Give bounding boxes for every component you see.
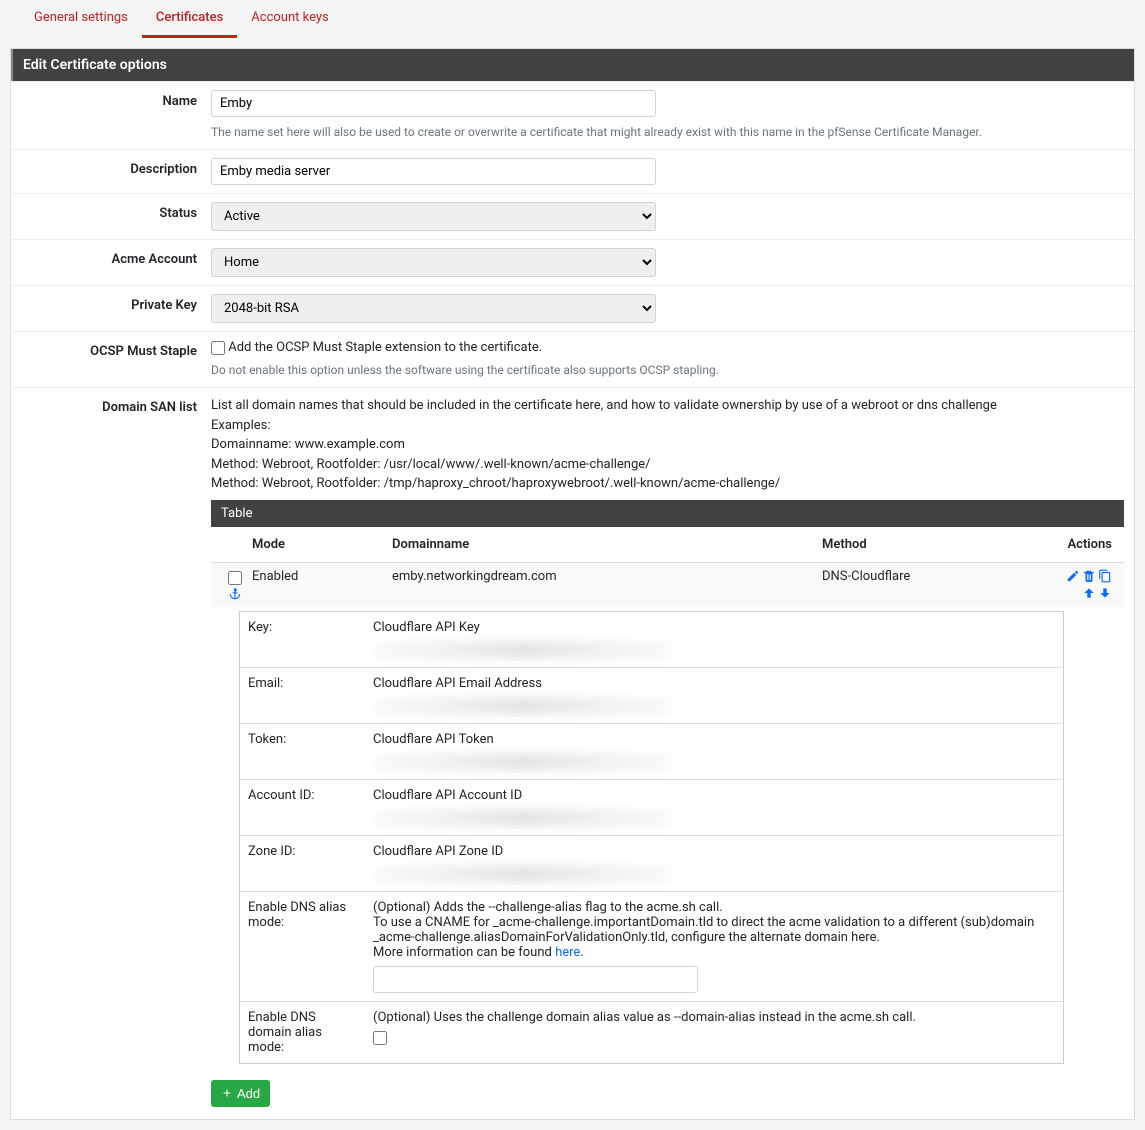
sub-alias-l3a: More information can be found — [373, 945, 555, 960]
status-select[interactable]: Active — [211, 202, 656, 231]
san-intro-2: Examples: — [211, 416, 1124, 436]
tab-certificates[interactable]: Certificates — [142, 0, 237, 38]
label-status: Status — [21, 202, 211, 231]
table-row: Enabled emby.networkingdream.com DNS-Clo… — [211, 563, 1124, 607]
sub-acct-label: Account ID: — [240, 780, 365, 835]
ocsp-checkbox[interactable] — [211, 341, 225, 355]
label-san-list: Domain SAN list — [21, 396, 211, 1064]
tab-general[interactable]: General settings — [20, 0, 142, 38]
sub-email-desc: Cloudflare API Email Address — [373, 676, 1055, 691]
ocsp-help: Do not enable this option unless the sof… — [211, 361, 1124, 379]
move-down-icon[interactable] — [1098, 586, 1112, 600]
sub-acct-desc: Cloudflare API Account ID — [373, 788, 1055, 803]
label-private-key: Private Key — [21, 294, 211, 323]
sub-zone-label: Zone ID: — [240, 836, 365, 891]
col-method: Method — [822, 537, 1048, 552]
anchor-icon[interactable] — [228, 587, 242, 601]
dns-domain-alias-checkbox[interactable] — [373, 1031, 387, 1045]
sub-email-label: Email: — [240, 668, 365, 723]
col-domain: Domainname — [392, 537, 822, 552]
col-mode: Mode — [252, 537, 392, 552]
copy-icon[interactable] — [1098, 569, 1112, 583]
add-button[interactable]: Add — [211, 1080, 270, 1107]
sub-acct-value-redacted: redacted — [373, 809, 673, 827]
private-key-select[interactable]: 2048-bit RSA — [211, 294, 656, 323]
sub-key-value-redacted: redacted — [373, 641, 673, 659]
sub-key-label: Key: — [240, 612, 365, 667]
description-input[interactable] — [211, 158, 656, 185]
sub-zone-value-redacted: redacted — [373, 865, 673, 883]
dns-alias-input[interactable] — [373, 966, 698, 993]
ocsp-checkbox-label: Add the OCSP Must Staple extension to th… — [228, 340, 542, 355]
sub-alias-label: Enable DNS alias mode: — [240, 892, 365, 1001]
row-method: DNS-Cloudflare — [822, 569, 1048, 584]
name-help: The name set here will also be used to c… — [211, 123, 1124, 141]
sub-domain-alias-label: Enable DNS domain alias mode: — [240, 1002, 365, 1063]
sub-alias-here-link[interactable]: here — [555, 945, 580, 960]
add-button-label: Add — [237, 1086, 260, 1101]
san-intro-3: Domainname: www.example.com — [211, 435, 1124, 455]
sub-email-value-redacted: redacted — [373, 697, 673, 715]
label-ocsp: OCSP Must Staple — [21, 340, 211, 379]
san-intro-4: Method: Webroot, Rootfolder: /usr/local/… — [211, 455, 1124, 475]
sub-key-desc: Cloudflare API Key — [373, 620, 1055, 635]
cloudflare-params: Key: Cloudflare API Key redacted Email: … — [239, 611, 1064, 1064]
row-checkbox[interactable] — [228, 571, 242, 585]
sub-alias-l1: (Optional) Adds the --challenge-alias fl… — [373, 900, 1055, 915]
san-intro-5: Method: Webroot, Rootfolder: /tmp/haprox… — [211, 474, 1124, 494]
label-acme-account: Acme Account — [21, 248, 211, 277]
plus-icon — [221, 1087, 233, 1099]
sub-zone-desc: Cloudflare API Zone ID — [373, 844, 1055, 859]
san-intro-1: List all domain names that should be inc… — [211, 396, 1124, 416]
acme-account-select[interactable]: Home — [211, 248, 656, 277]
move-up-icon[interactable] — [1082, 586, 1096, 600]
label-description: Description — [21, 158, 211, 185]
delete-icon[interactable] — [1082, 569, 1096, 583]
sub-token-value-redacted: redacted — [373, 753, 673, 771]
sub-token-label: Token: — [240, 724, 365, 779]
row-domain: emby.networkingdream.com — [392, 569, 822, 584]
sub-token-desc: Cloudflare API Token — [373, 732, 1055, 747]
edit-icon[interactable] — [1066, 569, 1080, 583]
col-actions: Actions — [1048, 537, 1118, 552]
name-input[interactable] — [211, 90, 656, 117]
sub-alias-l2: To use a CNAME for _acme-challenge.impor… — [373, 915, 1055, 945]
row-mode: Enabled — [252, 569, 392, 584]
panel-title: Edit Certificate options — [11, 49, 1134, 81]
label-name: Name — [21, 90, 211, 141]
sub-alias-l3c: . — [580, 945, 583, 960]
san-table-title: Table — [211, 500, 1124, 527]
tab-account-keys[interactable]: Account keys — [237, 0, 342, 38]
sub-domain-alias-desc: (Optional) Uses the challenge domain ali… — [373, 1010, 1055, 1025]
tabs: General settings Certificates Account ke… — [0, 0, 1145, 38]
